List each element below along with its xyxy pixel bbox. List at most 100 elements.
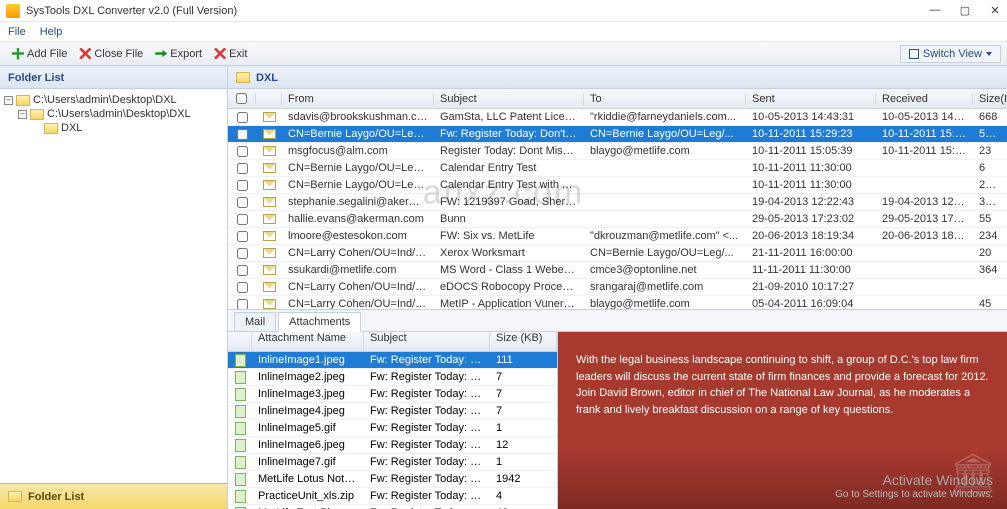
cell-sent: 05-04-2011 16:09:04 bbox=[746, 298, 876, 309]
cell-att-size: 1 bbox=[490, 456, 557, 468]
col-received[interactable]: Received bbox=[876, 93, 973, 105]
folder-icon bbox=[8, 491, 22, 502]
file-icon bbox=[235, 354, 246, 367]
attachment-row[interactable]: InlineImage6.jpegFw: Register Today: Do.… bbox=[228, 437, 557, 454]
menu-help[interactable]: Help bbox=[40, 26, 63, 38]
exit-label: Exit bbox=[229, 48, 247, 60]
cell-att-size: 1 bbox=[490, 422, 557, 434]
row-checkbox[interactable] bbox=[237, 214, 248, 225]
col-subject[interactable]: Subject bbox=[434, 93, 584, 105]
mail-icon bbox=[263, 231, 276, 241]
collapse-icon[interactable]: – bbox=[18, 110, 27, 119]
exit-icon bbox=[214, 48, 226, 60]
acol-size[interactable]: Size (KB) bbox=[490, 332, 557, 351]
cell-size: 668 bbox=[973, 111, 1007, 123]
mail-row[interactable]: ssukardi@metlife.comMS Word - Class 1 We… bbox=[228, 262, 1007, 279]
row-checkbox[interactable] bbox=[237, 146, 248, 157]
acol-name[interactable]: Attachment Name bbox=[252, 332, 364, 351]
attachment-row[interactable]: InlineImage4.jpegFw: Register Today: Do.… bbox=[228, 403, 557, 420]
window-title: SysTools DXL Converter v2.0 (Full Versio… bbox=[26, 5, 929, 17]
export-button[interactable]: Export bbox=[149, 46, 208, 62]
row-checkbox[interactable] bbox=[237, 248, 248, 259]
menu-file[interactable]: File bbox=[8, 26, 26, 38]
cell-size: 3050 bbox=[973, 196, 1007, 208]
folder-tree[interactable]: –C:\Users\admin\Desktop\DXL –C:\Users\ad… bbox=[0, 89, 227, 483]
cell-sent: 29-05-2013 17:23:02 bbox=[746, 213, 876, 225]
mail-row[interactable]: stephanie.segalini@akerma...FW: 1219397 … bbox=[228, 194, 1007, 211]
exit-button[interactable]: Exit bbox=[208, 46, 253, 62]
mail-row[interactable]: CN=Larry Cohen/OU=Ind/O...eDOCS Robocopy… bbox=[228, 279, 1007, 296]
attachment-row[interactable]: PracticeUnit_xls.zipFw: Register Today: … bbox=[228, 488, 557, 505]
attachments-body[interactable]: InlineImage1.jpegFw: Register Today: Do.… bbox=[228, 352, 557, 509]
col-from[interactable]: From bbox=[282, 93, 434, 105]
col-sent[interactable]: Sent bbox=[746, 93, 876, 105]
switch-view-icon bbox=[909, 49, 919, 59]
minimize-button[interactable]: — bbox=[929, 4, 941, 17]
row-checkbox[interactable] bbox=[237, 231, 248, 242]
mail-row[interactable]: sdavis@brookskushman.comGamSta, LLC Pate… bbox=[228, 109, 1007, 126]
cell-att-name: InlineImage3.jpeg bbox=[252, 388, 364, 400]
cell-att-size: 7 bbox=[490, 371, 557, 383]
cell-att-name: InlineImage5.gif bbox=[252, 422, 364, 434]
cell-size: 234 bbox=[973, 230, 1007, 242]
cell-subject: Bunn bbox=[434, 213, 584, 225]
close-window-button[interactable]: ✕ bbox=[989, 4, 1001, 17]
row-checkbox[interactable] bbox=[237, 265, 248, 276]
tree-node[interactable]: DXL bbox=[4, 121, 223, 135]
col-to[interactable]: To bbox=[584, 93, 746, 105]
attachment-row[interactable]: InlineImage3.jpegFw: Register Today: Do.… bbox=[228, 386, 557, 403]
tab-attachments[interactable]: Attachments bbox=[278, 312, 361, 332]
tab-mail[interactable]: Mail bbox=[234, 312, 276, 331]
tree-node[interactable]: – C:\Users\admin\Desktop\DXL bbox=[4, 107, 223, 121]
cell-att-subject: Fw: Register Today: Do... bbox=[364, 439, 490, 451]
folder-list-header: Folder List bbox=[0, 67, 227, 89]
cell-subject: Fw: Register Today: Don't Mi... bbox=[434, 128, 584, 140]
close-file-button[interactable]: Close File bbox=[73, 46, 149, 62]
mail-row[interactable]: CN=Bernie Laygo/OU=Leg/...Calendar Entry… bbox=[228, 160, 1007, 177]
attachment-row[interactable]: InlineImage1.jpegFw: Register Today: Do.… bbox=[228, 352, 557, 369]
mail-row[interactable]: hallie.evans@akerman.comBunn 29-05-2013 1… bbox=[228, 211, 1007, 228]
folder-list-footer[interactable]: Folder List bbox=[0, 483, 227, 509]
acol-subject[interactable]: Subject bbox=[364, 332, 490, 351]
row-checkbox[interactable] bbox=[237, 282, 248, 293]
dxl-header-label: DXL bbox=[256, 72, 278, 84]
cell-att-subject: Fw: Register Today: Do... bbox=[364, 354, 490, 366]
tree-label: DXL bbox=[61, 122, 82, 134]
collapse-icon[interactable]: – bbox=[4, 96, 13, 105]
row-checkbox[interactable] bbox=[237, 112, 248, 123]
attachment-row[interactable]: MetLife Test Plan for C...Fw: Register T… bbox=[228, 505, 557, 509]
mail-row[interactable]: msgfocus@alm.comRegister Today: Dont Mis… bbox=[228, 143, 1007, 160]
col-size[interactable]: Size(KB) bbox=[973, 93, 1007, 105]
row-checkbox[interactable] bbox=[237, 163, 248, 174]
cell-from: hallie.evans@akerman.com bbox=[282, 213, 434, 225]
folder-list-footer-label: Folder List bbox=[28, 491, 84, 503]
mail-grid-body[interactable]: sdavis@brookskushman.comGamSta, LLC Pate… bbox=[228, 109, 1007, 309]
switch-view-button[interactable]: Switch View bbox=[900, 45, 1001, 63]
attachment-row[interactable]: InlineImage2.jpegFw: Register Today: Do.… bbox=[228, 369, 557, 386]
mail-row[interactable]: CN=Larry Cohen/OU=Ind/O...MetIP - Applic… bbox=[228, 296, 1007, 309]
tree-node[interactable]: – C:\Users\admin\Desktop\DXL bbox=[4, 93, 223, 107]
cell-sent: 11-11-2011 11:30:00 bbox=[746, 264, 876, 276]
attachment-row[interactable]: MetLife Lotus Notes 8...Fw: Register Tod… bbox=[228, 471, 557, 488]
app-icon bbox=[6, 4, 20, 18]
mail-icon bbox=[263, 180, 276, 190]
switch-view-label: Switch View bbox=[923, 48, 982, 60]
cell-from: CN=Larry Cohen/OU=Ind/O... bbox=[282, 281, 434, 293]
mail-row[interactable]: lmoore@estesokon.comFW: Six vs. MetLife"… bbox=[228, 228, 1007, 245]
row-checkbox[interactable] bbox=[237, 129, 248, 140]
tree-label: C:\Users\admin\Desktop\DXL bbox=[47, 108, 191, 120]
mail-row[interactable]: CN=Larry Cohen/OU=Ind/O...Xerox Worksmar… bbox=[228, 245, 1007, 262]
row-checkbox[interactable] bbox=[237, 180, 248, 191]
add-file-button[interactable]: Add File bbox=[6, 46, 73, 62]
attachment-row[interactable]: InlineImage7.gifFw: Register Today: Do..… bbox=[228, 454, 557, 471]
row-checkbox[interactable] bbox=[237, 197, 248, 208]
row-checkbox[interactable] bbox=[237, 299, 248, 310]
mail-icon bbox=[263, 129, 276, 139]
cell-att-subject: Fw: Register Today: Do... bbox=[364, 422, 490, 434]
maximize-button[interactable]: ▢ bbox=[959, 4, 971, 17]
mail-row[interactable]: CN=Bernie Laygo/OU=Leg/...Calendar Entry… bbox=[228, 177, 1007, 194]
mail-row[interactable]: CN=Bernie Laygo/OU=Leg/...Fw: Register T… bbox=[228, 126, 1007, 143]
tree-label: C:\Users\admin\Desktop\DXL bbox=[33, 94, 177, 106]
attachment-row[interactable]: InlineImage5.gifFw: Register Today: Do..… bbox=[228, 420, 557, 437]
select-all-checkbox[interactable] bbox=[236, 93, 247, 104]
